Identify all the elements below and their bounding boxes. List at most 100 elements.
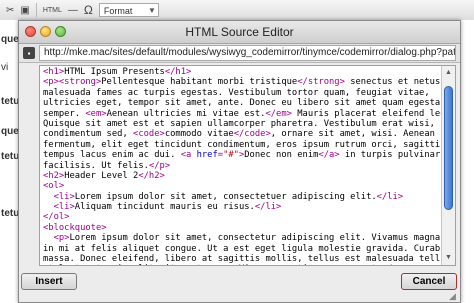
code-text: at luctus turpis elit sit amet quam. Viv…	[43, 264, 382, 265]
code-line[interactable]: <h1>HTML Ipsum Presents</h1>	[43, 67, 438, 77]
code-tag: <p>	[53, 233, 70, 244]
background-text: tetu	[1, 208, 20, 219]
code-text: Lorem ipsum dolor sit amet, consectetur …	[69, 233, 456, 244]
background-text: tetu	[1, 151, 20, 162]
special-character-button[interactable]: Ω	[84, 3, 93, 17]
code-text: Header Level 2	[64, 170, 139, 181]
code-tag: </p>	[148, 160, 171, 171]
background-page-right	[460, 20, 474, 301]
code-text: semper.	[43, 108, 86, 119]
code-text: Quisque sit amet est et sapien ullamcorp…	[43, 118, 435, 129]
minimize-window-button[interactable]	[40, 26, 51, 37]
code-tag: <li>	[53, 191, 75, 202]
cut-icon[interactable]: ✂	[6, 3, 14, 17]
code-text: commodo vitae	[164, 129, 234, 140]
format-select-value: Format	[103, 6, 133, 16]
code-tag: <h1>	[43, 67, 65, 77]
background-text: que	[1, 34, 19, 45]
code-text: malesuada fames ac turpis egestas. Vesti…	[43, 87, 430, 98]
background-text: que	[1, 126, 19, 137]
url-bar: ▪ http://mke.mac/sites/default/modules/w…	[19, 44, 460, 63]
code-line[interactable]: at luctus turpis elit sit amet quam. Viv…	[43, 264, 438, 265]
code-text: Aliquam tincidunt mauris eu risus.	[74, 202, 255, 213]
code-text: in turpis pulvinar	[339, 150, 441, 161]
scroll-down-icon[interactable]: ▼	[443, 253, 454, 263]
zoom-window-button[interactable]	[55, 26, 66, 37]
code-line[interactable]: <li>Lorem ipsum dolor sit amet, consecte…	[43, 192, 438, 202]
code-line[interactable]: <p>Lorem ipsum dolor sit amet, consectet…	[43, 233, 455, 244]
code-line[interactable]: massa. Donec eleifend, libero at sagitti…	[43, 254, 455, 264]
window-controls	[25, 26, 70, 37]
code-text: facilisis. Ut felis.	[43, 160, 149, 171]
code-content[interactable]: <h1>HTML Ipsum Presents</h1> <p><strong>P…	[43, 67, 455, 265]
code-tag: </a>	[318, 150, 340, 161]
code-text: Pellentesque habitant morbi tristique	[101, 77, 298, 88]
code-line[interactable]: <ol>	[43, 181, 438, 191]
code-line[interactable]: malesuada fames ac turpis egestas. Vesti…	[43, 88, 438, 98]
code-text: Aenean ultricies mi vitae est.	[106, 108, 266, 119]
code-tag: <li>	[53, 202, 75, 213]
code-tag: <h2>	[43, 170, 65, 181]
background-page-left: que vi tetu que tetu tetu	[0, 20, 20, 301]
code-line[interactable]: condimentum sed, <code>commodo vitae</co…	[43, 129, 438, 139]
code-line[interactable]: <li>Aliquam tincidunt mauris eu risus.</…	[43, 202, 438, 212]
code-tag: <em>	[85, 108, 107, 119]
site-icon: ▪	[23, 47, 35, 59]
code-str: "#"	[223, 150, 239, 161]
format-select[interactable]: Format ▼	[98, 3, 159, 17]
url-field[interactable]: http://mke.mac/sites/default/modules/wys…	[39, 45, 456, 61]
code-text: massa. Donec eleifend, libero at sagitti…	[43, 254, 456, 265]
code-line[interactable]: <p><strong>Pellentesque habitant morbi t…	[43, 77, 455, 88]
code-line[interactable]: <h2>Header Level 2</h2>	[43, 171, 438, 181]
code-text: condimentum sed,	[43, 129, 134, 140]
background-text: vi	[1, 62, 9, 73]
dialog-title: HTML Source Editor	[185, 25, 294, 39]
code-line[interactable]: semper. <em>Aenean ultricies mi vitae es…	[43, 108, 451, 119]
code-attr: href	[196, 150, 218, 161]
background-text: tetu	[1, 96, 20, 107]
code-text: Lorem ipsum dolor sit amet, consectetuer…	[74, 191, 377, 202]
code-tag: </em>	[265, 108, 292, 119]
code-text: HTML Ipsum Presents	[64, 67, 165, 77]
resize-grip-icon[interactable]: ◢	[449, 291, 459, 301]
insert-button[interactable]: Insert	[21, 273, 77, 290]
code-line[interactable]: <blockquote>	[43, 223, 438, 233]
code-line[interactable]: facilisis. Ut felis.</p>	[43, 161, 438, 171]
code-text: , ornare sit amet, wisi. Aenean	[270, 129, 435, 140]
vertical-scrollbar[interactable]: ▲ ▼	[441, 66, 455, 265]
dialog-titlebar[interactable]: HTML Source Editor	[19, 21, 460, 44]
scrollbar-thumb[interactable]	[444, 86, 453, 210]
code-tag: </code>	[233, 129, 271, 140]
code-tag: <blockquote>	[43, 222, 107, 233]
code-text: ultricies eget, tempor sit amet, ante. D…	[43, 98, 446, 109]
code-line[interactable]: tempus lacus enim ac dui. <a href="#">Do…	[43, 150, 441, 161]
code-line[interactable]: ultricies eget, tempor sit amet, ante. D…	[43, 98, 446, 108]
horizontal-rule-icon[interactable]: —	[68, 3, 78, 17]
code-tag: </h2>	[138, 170, 165, 181]
cancel-button[interactable]: Cancel	[401, 273, 457, 290]
close-window-button[interactable]	[25, 26, 36, 37]
code-tag: </p>	[382, 264, 403, 265]
code-text: tempus lacus enim ac dui.	[43, 150, 181, 161]
scroll-up-icon[interactable]: ▲	[443, 68, 454, 78]
code-tag: </li>	[376, 191, 404, 202]
code-line[interactable]: fermentum, elit eget tincidunt condiment…	[43, 140, 446, 150]
code-tag: </h1>	[164, 67, 192, 77]
chevron-down-icon: ▼	[147, 6, 156, 15]
code-editor[interactable]: <h1>HTML Ipsum Presents</h1> <p><strong>P…	[39, 65, 456, 266]
code-text: fermentum, elit eget tincidunt condiment…	[43, 139, 446, 150]
code-tag: <ol>	[43, 181, 65, 192]
code-line[interactable]: Quisque sit amet est et sapien ullamcorp…	[43, 119, 438, 129]
html-source-button[interactable]: HTML	[43, 3, 62, 17]
code-tag: <a	[180, 150, 197, 161]
code-text: in mi at felis aliquet congue. Ut a est …	[43, 243, 456, 254]
code-tag: </strong>	[297, 77, 345, 88]
code-line[interactable]: in mi at felis aliquet congue. Ut a est …	[43, 244, 455, 254]
code-tag: <code>	[133, 129, 165, 140]
code-text: Mauris placerat eleifend leo.	[291, 108, 451, 119]
image-icon[interactable]: ▣	[20, 3, 29, 17]
code-line[interactable]: </ol>	[43, 212, 438, 222]
